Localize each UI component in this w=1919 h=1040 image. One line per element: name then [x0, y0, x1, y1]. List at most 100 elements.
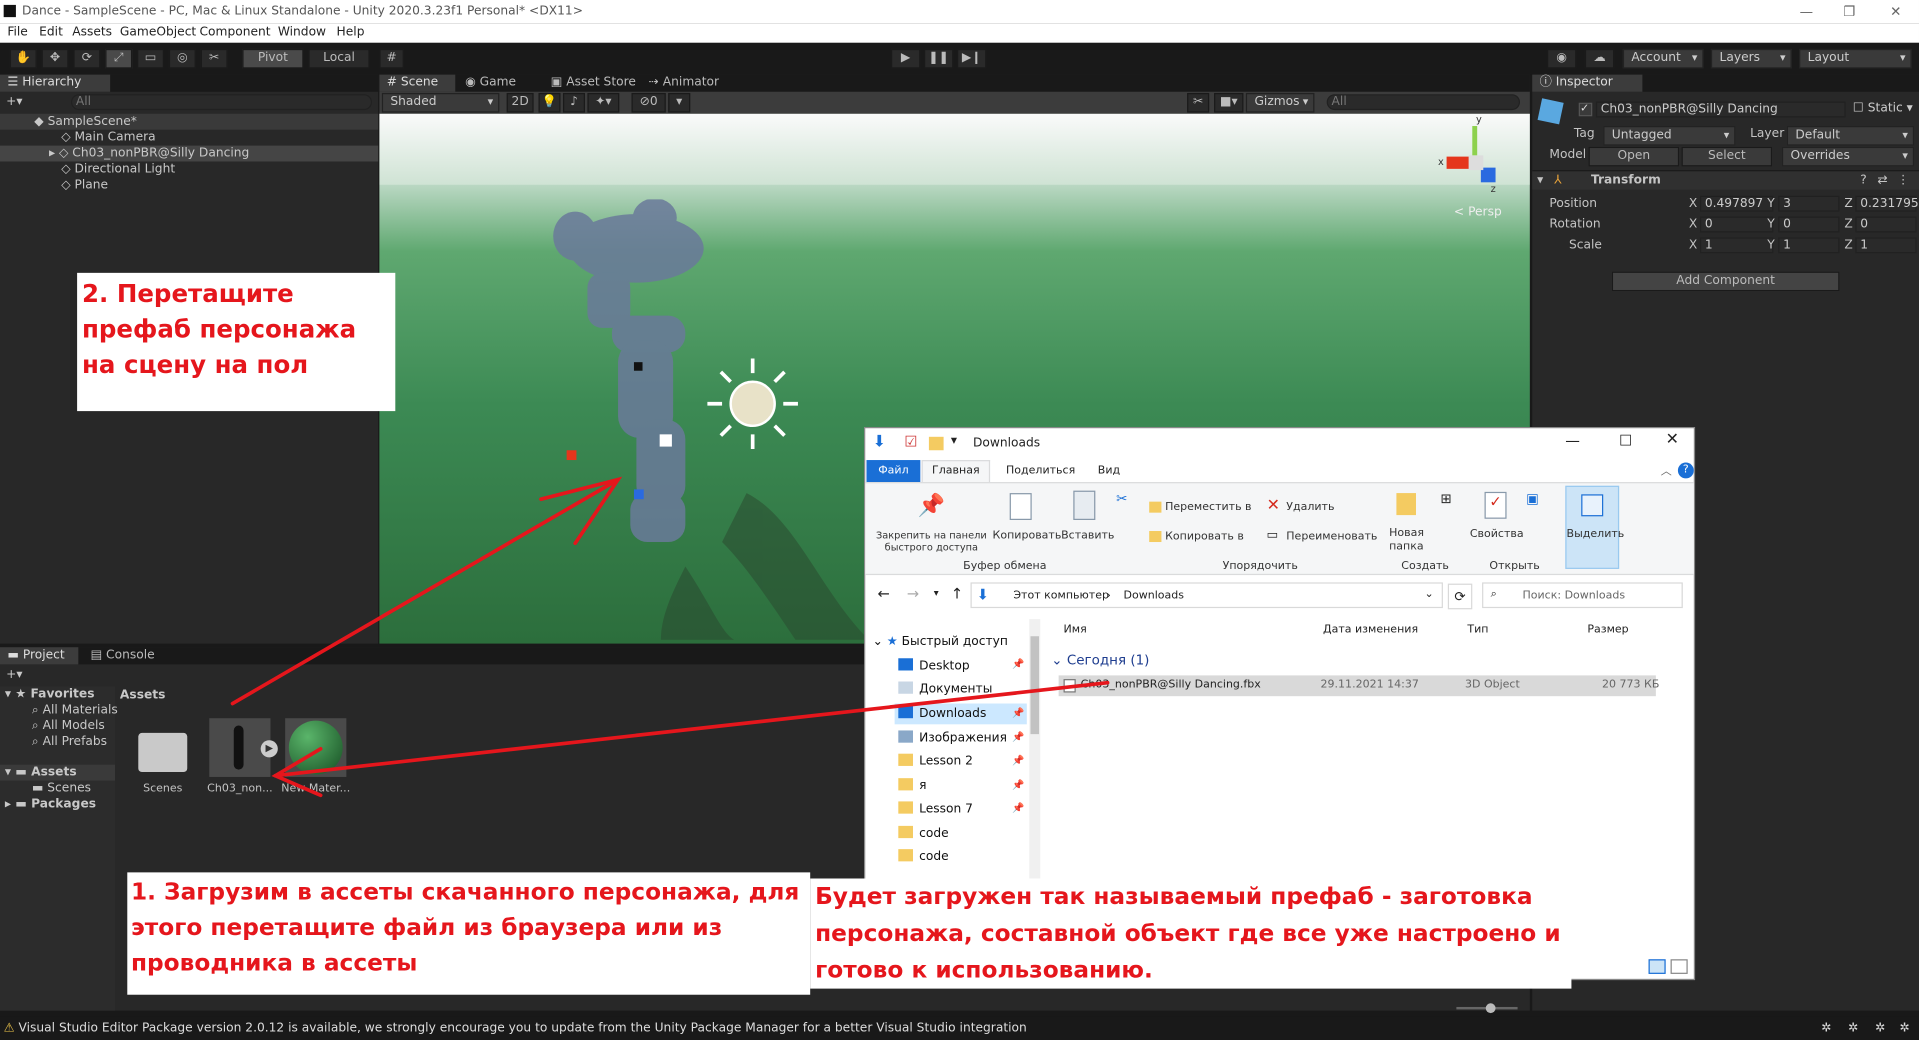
assets-breadcrumb[interactable]: Assets — [120, 688, 165, 704]
position-z-field[interactable]: 0.231795 — [1855, 195, 1919, 212]
lighting-icon[interactable]: 💡 — [538, 92, 561, 113]
status-message[interactable]: Visual Studio Editor Package version 2.0… — [19, 1022, 1027, 1035]
local-toggle[interactable]: Local — [308, 48, 370, 69]
nav-item[interactable]: Документы — [898, 679, 992, 700]
menu-edit[interactable]: Edit — [39, 23, 63, 41]
column-name[interactable]: Имя — [1064, 624, 1087, 636]
static-toggle[interactable]: ☐ Static ▾ — [1853, 102, 1913, 115]
step-button[interactable]: ▶❙ — [957, 48, 987, 69]
select-all-button[interactable]: Выделить — [1565, 485, 1624, 569]
close-button[interactable]: ✕ — [1879, 0, 1913, 23]
pin-label[interactable]: Закрепить на панели быстрого доступа — [870, 530, 992, 554]
favorite-item[interactable]: ⌕ All Models — [32, 718, 105, 734]
nav-scrollbar-thumb[interactable] — [1030, 636, 1040, 735]
rotate-tool-icon[interactable]: ⟳ — [73, 48, 101, 69]
presets-icon[interactable]: ⇄ — [1877, 173, 1887, 189]
custom-tool-icon[interactable]: ✂ — [200, 48, 228, 69]
explorer-maximize-button[interactable]: ☐ — [1619, 432, 1632, 449]
shading-dropdown[interactable]: Shaded — [381, 92, 500, 113]
position-x-field[interactable]: 0.497897 — [1699, 195, 1774, 212]
mode-2d-toggle[interactable]: 2D — [506, 92, 534, 113]
gizmo-y-handle[interactable] — [633, 362, 643, 371]
tab-console[interactable]: ▤ Console — [83, 647, 169, 664]
explorer-search-input[interactable]: ⌕ Поиск: Downloads — [1482, 582, 1683, 609]
ribbon-tab-view[interactable]: Вид — [1098, 465, 1120, 477]
play-button[interactable]: ▶ — [890, 48, 921, 69]
hierarchy-item-selected[interactable]: ▸ ◇ Ch03_nonPBR@Silly Dancing — [0, 145, 379, 162]
rename-button[interactable]: Переименовать — [1286, 531, 1377, 543]
details-view-icon[interactable] — [1648, 959, 1666, 974]
hierarchy-search-input[interactable]: All — [70, 94, 373, 111]
project-add-button[interactable]: +▾ — [6, 667, 22, 683]
tab-scene[interactable]: # Scene — [379, 74, 456, 92]
tab-animator[interactable]: ⇢ Animator — [641, 75, 739, 92]
column-type[interactable]: Тип — [1467, 624, 1488, 636]
effects-icon[interactable]: ✦▾ — [587, 92, 620, 113]
status-progress-icon[interactable]: ✲ — [1899, 1017, 1909, 1040]
delete-button[interactable]: Удалить — [1286, 502, 1334, 514]
menu-file[interactable]: File — [7, 23, 27, 41]
favorite-item[interactable]: ⌕ All Prefabs — [32, 734, 107, 750]
overrides-dropdown[interactable]: Overrides — [1781, 146, 1915, 167]
scene-search-input[interactable]: All — [1326, 94, 1521, 111]
gizmo-z-handle[interactable] — [633, 489, 644, 500]
tab-project[interactable]: ▬ Project — [0, 647, 79, 665]
help-circle-icon[interactable]: ? — [1677, 462, 1694, 479]
hidden-objects-icon[interactable]: ⊘0 — [631, 92, 666, 113]
orientation-gizmo[interactable]: y x z — [1432, 114, 1518, 202]
path-this-pc[interactable]: Этот компьютер — [1013, 590, 1109, 602]
audio-icon[interactable]: ♪ — [562, 92, 586, 113]
menu-gameobject[interactable]: GameObject — [120, 23, 196, 41]
open-button[interactable]: Open — [1588, 146, 1680, 167]
rect-tool-icon[interactable]: ▭ — [137, 48, 164, 69]
explorer-minimize-button[interactable]: — — [1565, 432, 1580, 449]
layer-dropdown[interactable]: Default — [1786, 126, 1915, 146]
nav-item[interactable]: code — [898, 823, 949, 844]
hierarchy-item[interactable]: ◇ Plane — [61, 177, 108, 193]
add-component-button[interactable]: Add Component — [1611, 271, 1840, 292]
collab-icon[interactable]: ◉ — [1546, 48, 1577, 69]
scenes-folder-icon[interactable] — [138, 732, 188, 773]
persp-label[interactable]: < Persp — [1454, 206, 1502, 219]
nav-item-selected[interactable]: Downloads — [894, 703, 1027, 725]
position-y-field[interactable]: 3 — [1778, 195, 1840, 212]
camera-icon[interactable]: ■▾ — [1214, 92, 1244, 113]
ribbon-collapse-icon[interactable]: ︿ — [1661, 462, 1672, 478]
column-date[interactable]: Дата изменения — [1323, 624, 1418, 636]
hand-tool-icon[interactable]: ✋ — [9, 48, 37, 69]
up-icon[interactable]: ↑ — [951, 585, 963, 602]
transform-tool-icon[interactable]: ◎ — [168, 48, 196, 69]
scale-y-field[interactable]: 1 — [1778, 237, 1840, 254]
help-icon[interactable]: ? — [1860, 173, 1867, 189]
new-folder-label[interactable]: Новая папка — [1389, 527, 1426, 554]
gizmo-x-handle[interactable] — [566, 450, 577, 461]
assets-folder-row[interactable]: ▾ ▬ Assets — [0, 764, 116, 781]
ribbon-tab-share[interactable]: Поделиться — [1006, 465, 1075, 477]
tools-icon[interactable]: ✂ — [1187, 92, 1210, 113]
nav-quick-access[interactable]: ⌄ ★ Быстрый доступ — [873, 631, 1008, 652]
scale-x-field[interactable]: 1 — [1699, 237, 1774, 254]
ribbon-tab-home[interactable]: Главная — [921, 460, 991, 483]
group-header[interactable]: ⌄ Сегодня (1) — [1051, 652, 1663, 669]
menu-help[interactable]: Help — [337, 23, 365, 41]
status-debug-icon[interactable]: ✲ — [1821, 1017, 1831, 1040]
new-item-icon[interactable]: ⊞ — [1440, 491, 1451, 507]
rotation-x-field[interactable]: 0 — [1699, 216, 1774, 233]
object-name-field[interactable]: Ch03_nonPBR@Silly Dancing — [1595, 101, 1846, 118]
copy-label[interactable]: Копировать — [993, 530, 1062, 542]
quick-access-down-icon[interactable]: ⬇ — [873, 433, 886, 451]
refresh-icon[interactable]: ⟳ — [1447, 583, 1473, 610]
favorites-row[interactable]: ▾ ★ Favorites — [5, 686, 95, 702]
column-size[interactable]: Размер — [1587, 624, 1628, 636]
layout-dropdown[interactable]: Layout — [1799, 48, 1912, 69]
nav-item[interactable]: code — [898, 847, 949, 868]
properties-check-icon[interactable]: ☑ — [904, 433, 917, 450]
rotation-z-field[interactable]: 0 — [1855, 216, 1917, 233]
nav-item[interactable]: Изображения — [898, 728, 1007, 749]
nav-item[interactable]: Lesson 2 — [898, 751, 973, 772]
zoom-slider[interactable] — [1456, 1003, 1518, 1014]
favorite-item[interactable]: ⌕ All Materials — [32, 702, 118, 718]
explorer-close-button[interactable]: ✕ — [1666, 431, 1679, 449]
tab-hierarchy[interactable]: ☰ Hierarchy — [0, 74, 111, 92]
move-tool-icon[interactable]: ✥ — [41, 48, 69, 69]
